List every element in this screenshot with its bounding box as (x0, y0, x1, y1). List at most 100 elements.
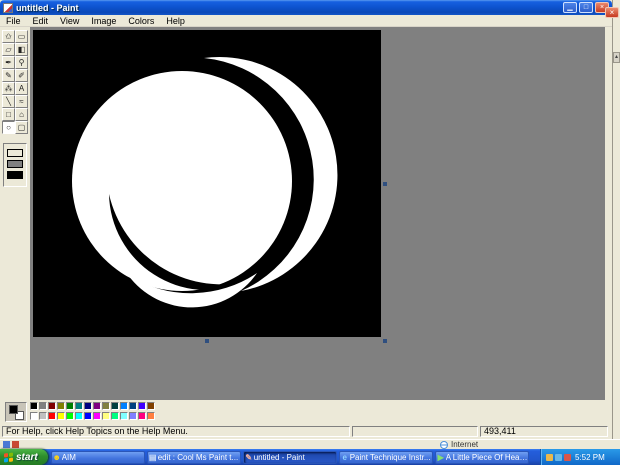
palette-swatch[interactable] (57, 402, 65, 410)
taskbar-task-edit-cool-ms-paint[interactable]: ▤ edit : Cool Ms Paint t... (146, 450, 241, 464)
tool-free-form-select[interactable]: ✩ (2, 30, 15, 43)
palette-swatch[interactable] (75, 402, 83, 410)
palette-swatch[interactable] (84, 402, 92, 410)
background-window-close-button[interactable]: × (605, 7, 619, 18)
start-button[interactable]: start (0, 449, 48, 465)
polygon-icon: ⌂ (19, 110, 24, 119)
palette-swatch[interactable] (120, 412, 128, 420)
palette-swatch[interactable] (66, 412, 74, 420)
tool-rectangle[interactable]: □ (2, 108, 15, 121)
tool-polygon[interactable]: ⌂ (15, 108, 28, 121)
palette-swatch[interactable] (39, 402, 47, 410)
palette-swatch[interactable] (147, 402, 155, 410)
tool-pencil[interactable]: ✎ (2, 69, 15, 82)
tool-line[interactable]: ╲ (2, 95, 15, 108)
fill-style-solid-option[interactable] (7, 171, 23, 179)
current-colors-indicator (5, 402, 27, 422)
tool-curve[interactable]: ≈ (15, 95, 28, 108)
palette-swatch[interactable] (93, 402, 101, 410)
maximize-icon: □ (583, 4, 589, 11)
tool-text[interactable]: A (15, 82, 28, 95)
canvas-resize-handle-bottom[interactable] (205, 339, 209, 343)
palette-swatch[interactable] (75, 412, 83, 420)
taskbar-task-aim[interactable]: ☻ AIM (50, 450, 145, 464)
minimize-button[interactable]: ▁ (563, 2, 577, 13)
tool-select[interactable]: ▭ (15, 30, 28, 43)
fill-style-outline-option[interactable] (7, 149, 23, 157)
flag-quad (4, 452, 8, 457)
tool-brush[interactable]: ✐ (15, 69, 28, 82)
minimize-icon: ▁ (567, 4, 573, 11)
palette-swatch[interactable] (57, 412, 65, 420)
airbrush-icon: ⁂ (4, 84, 13, 93)
palette-swatch[interactable] (66, 402, 74, 410)
media-player-icon: ▶ (437, 452, 444, 462)
taskbar-task-paint-technique[interactable]: e Paint Technique Instr... (338, 450, 433, 464)
palette-swatch[interactable] (30, 402, 38, 410)
palette-swatch[interactable] (84, 412, 92, 420)
close-icon: × (599, 4, 605, 11)
tray-icon[interactable] (546, 453, 553, 461)
statusbar-mini-icon (3, 441, 10, 448)
taskbar-task-a-little-piece-of-heaven[interactable]: ▶ A Little Piece Of Heaven (434, 450, 529, 464)
palette-swatch[interactable] (111, 402, 119, 410)
status-help-panel: For Help, click Help Topics on the Help … (2, 426, 350, 437)
tool-rounded-rectangle[interactable]: ▢ (15, 121, 28, 134)
taskbar-task-untitled-paint[interactable]: ✎ untitled - Paint (242, 450, 337, 464)
background-window-statusbar: Internet (0, 439, 620, 449)
menu-file[interactable]: File (0, 15, 27, 27)
palette-swatch[interactable] (39, 412, 47, 420)
background-scrollbar-up-button[interactable]: ▴ (613, 52, 620, 63)
brush-icon: ✐ (18, 71, 25, 80)
task-label: A Little Piece Of Heaven (445, 452, 528, 462)
rounded-rectangle-icon: ▢ (17, 123, 26, 132)
tool-eraser[interactable]: ▱ (2, 43, 15, 56)
status-bar: For Help, click Help Topics on the Help … (0, 424, 612, 439)
canvas-drawing (33, 30, 381, 337)
text-icon: A (18, 84, 25, 93)
tray-icon[interactable] (555, 453, 562, 461)
palette-swatch[interactable] (129, 402, 137, 410)
taskbar-clock[interactable]: 5:52 PM (575, 453, 605, 462)
palette-swatch[interactable] (147, 412, 155, 420)
tool-pick-color[interactable]: ✒ (2, 56, 15, 69)
menu-view[interactable]: View (54, 15, 85, 27)
menu-help[interactable]: Help (160, 15, 191, 27)
palette-swatch[interactable] (138, 402, 146, 410)
window-controls: ▁ □ × (563, 2, 609, 13)
canvas-resize-handle-corner[interactable] (383, 339, 387, 343)
system-tray: 5:52 PM (540, 449, 620, 465)
tool-airbrush[interactable]: ⁂ (2, 82, 15, 95)
canvas-workspace (30, 27, 605, 400)
palette-swatch[interactable] (102, 402, 110, 410)
menu-colors[interactable]: Colors (122, 15, 160, 27)
pencil-icon: ✎ (5, 71, 12, 80)
tool-magnifier[interactable]: ⚲ (15, 56, 28, 69)
palette-swatch[interactable] (93, 412, 101, 420)
palette-swatch[interactable] (129, 412, 137, 420)
tool-grid: ✩ ▭ ▱ ◧ ✒ ⚲ ✎ ✐ ⁂ A ╲ ≈ □ ⌂ ○ ▢ (0, 27, 30, 134)
palette-swatch[interactable] (102, 412, 110, 420)
taskbar: start ☻ AIM ▤ edit : Cool Ms Paint t... … (0, 449, 620, 465)
tool-fill-with-color[interactable]: ◧ (15, 43, 28, 56)
tool-ellipse[interactable]: ○ (2, 121, 15, 134)
palette-swatch[interactable] (120, 402, 128, 410)
palette-swatch[interactable] (48, 402, 56, 410)
menu-image[interactable]: Image (85, 15, 122, 27)
drawing-canvas[interactable] (33, 30, 381, 337)
palette-swatch[interactable] (48, 412, 56, 420)
canvas-resize-handle-right[interactable] (383, 182, 387, 186)
task-label: AIM (61, 452, 76, 462)
titlebar[interactable]: untitled - Paint ▁ □ × (0, 0, 612, 15)
line-icon: ╲ (6, 97, 11, 106)
fill-style-outline-filled-option[interactable] (7, 160, 23, 168)
tray-icon[interactable] (564, 453, 571, 461)
status-panel-empty (352, 426, 478, 437)
menu-edit[interactable]: Edit (27, 15, 55, 27)
palette-swatch[interactable] (138, 412, 146, 420)
background-close-icon: × (609, 8, 615, 17)
palette-swatches (30, 402, 156, 422)
palette-swatch[interactable] (111, 412, 119, 420)
palette-swatch[interactable] (30, 412, 38, 420)
maximize-button[interactable]: □ (579, 2, 593, 13)
